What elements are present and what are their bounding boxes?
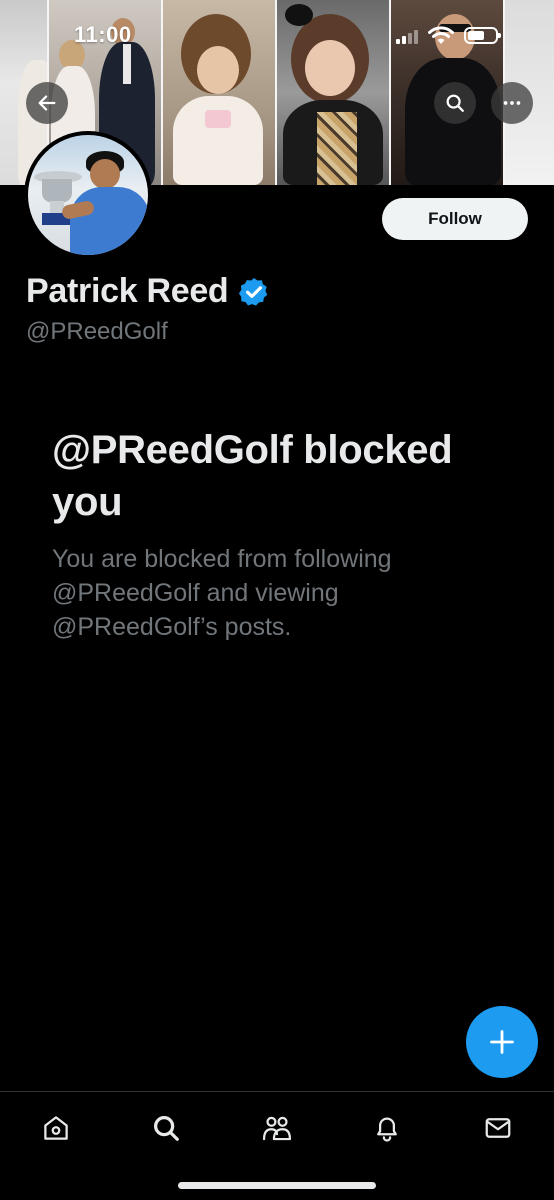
tab-search[interactable] (146, 1108, 186, 1148)
profile-screen: 11:00 Follow Patrick Reed @PReedGolf @PR… (0, 0, 554, 1200)
battery-icon (464, 27, 501, 44)
search-button[interactable] (434, 82, 476, 124)
search-icon (153, 1115, 179, 1141)
plus-icon (490, 1030, 514, 1054)
compose-post-button[interactable] (466, 1006, 538, 1078)
arrow-left-icon (38, 95, 56, 111)
mail-icon (485, 1118, 511, 1138)
display-name: Patrick Reed (26, 272, 229, 310)
tab-messages[interactable] (478, 1108, 518, 1148)
follow-button[interactable]: Follow (382, 198, 528, 240)
profile-handle: @PReedGolf (26, 318, 168, 345)
tab-notifications[interactable] (367, 1108, 407, 1148)
blocked-title: @PReedGolf blocked you (52, 428, 453, 524)
wifi-icon (428, 26, 454, 44)
profile-name-row: Patrick Reed (26, 272, 270, 311)
verified-badge-icon[interactable] (238, 276, 270, 308)
status-time: 11:00 (74, 22, 132, 47)
home-indicator[interactable] (178, 1182, 376, 1189)
blocked-description: You are blocked from following @PReedGol… (52, 545, 392, 641)
more-button[interactable] (491, 82, 533, 124)
bell-icon (377, 1117, 397, 1142)
avatar[interactable] (24, 131, 152, 259)
people-icon (262, 1116, 292, 1141)
back-button[interactable] (26, 82, 68, 124)
search-icon (446, 94, 464, 112)
tab-home[interactable] (36, 1108, 76, 1148)
cellular-signal-icon (396, 30, 418, 44)
avatar-photo (28, 135, 148, 255)
home-icon (44, 1116, 68, 1140)
tab-communities[interactable] (257, 1108, 297, 1148)
more-horizontal-icon (503, 101, 521, 105)
status-bar: 11:00 (0, 0, 554, 70)
